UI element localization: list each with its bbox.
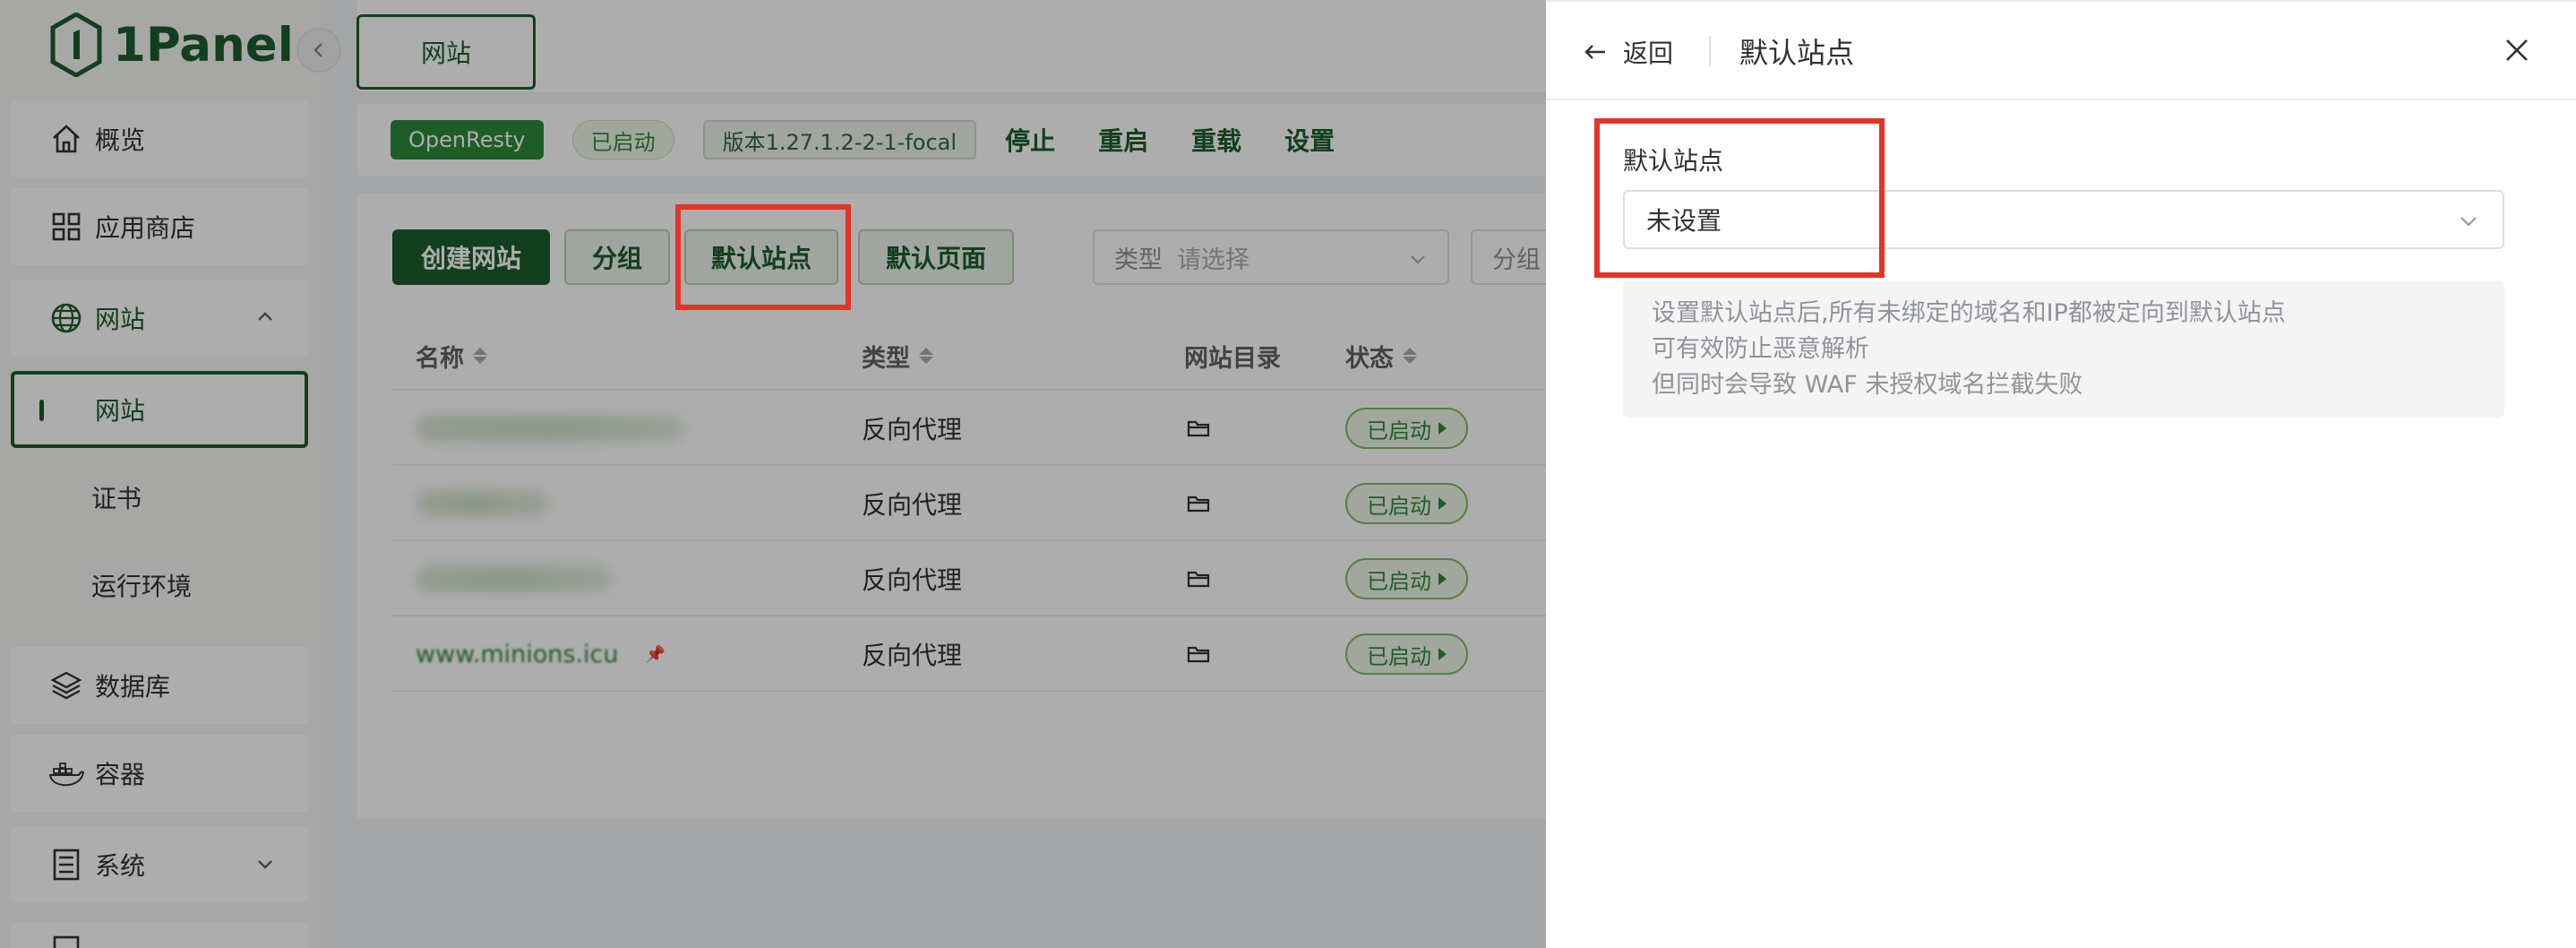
- drawer-header: 返回 默认站点: [1546, 2, 2576, 100]
- arrow-left-icon: [1584, 45, 1605, 59]
- highlight-default-site-field: [1594, 118, 1885, 278]
- info-alert: 设置默认站点后,所有未绑定的域名和IP都被定向到默认站点 可有效防止恶意解析 但…: [1623, 281, 2504, 418]
- back-label: 返回: [1623, 39, 1674, 68]
- info-line: 可有效防止恶意解析: [1652, 335, 1869, 363]
- info-line: 设置默认站点后,所有未绑定的域名和IP都被定向到默认站点: [1652, 299, 2286, 327]
- chevron-down-icon: [2460, 217, 2477, 227]
- default-site-drawer: 返回 默认站点 默认站点 未设置 设置默认站点后,所有未绑定的域名和IP都被定向…: [1546, 0, 2576, 948]
- drawer-title: 默认站点: [1739, 36, 1855, 70]
- drawer-overlay[interactable]: [0, 0, 1546, 948]
- header-divider: [1709, 36, 1711, 66]
- close-icon[interactable]: [2503, 36, 2531, 65]
- highlight-default-site-button: [675, 204, 851, 310]
- back-button[interactable]: 返回: [1582, 34, 1673, 70]
- info-line: 但同时会导致 WAF 未授权域名拦截失败: [1652, 371, 2083, 399]
